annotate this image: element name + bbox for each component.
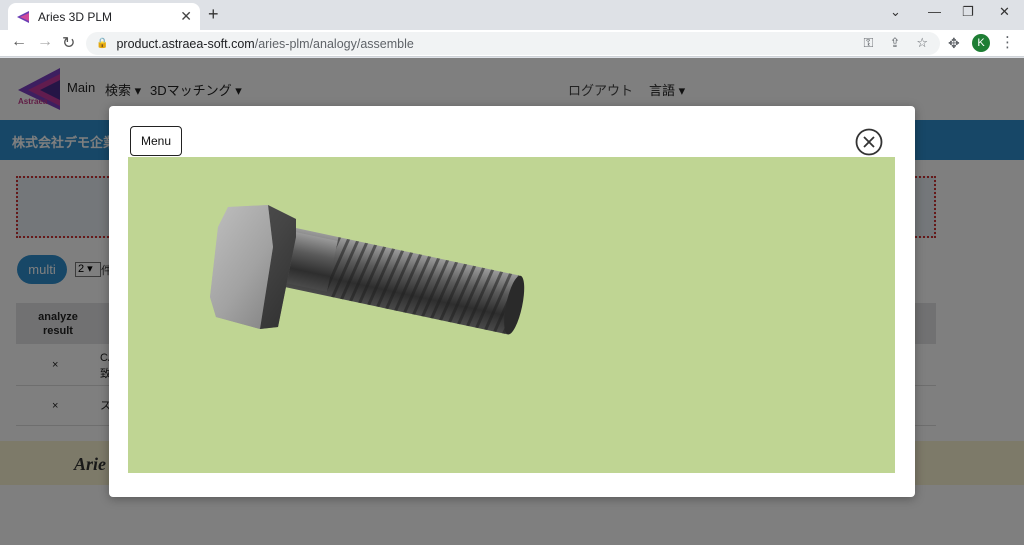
share-icon[interactable]: ⇪ (889, 35, 900, 51)
url-path: /aries-plm/analogy/assemble (254, 36, 414, 51)
url-host: product.astraea-soft.com (116, 36, 255, 51)
tab-title: Aries 3D PLM (38, 9, 113, 24)
tab-close-icon[interactable]: ✕ (180, 8, 192, 25)
aries-favicon-icon (17, 10, 29, 23)
back-icon[interactable]: ← (11, 33, 27, 51)
new-tab-icon[interactable]: + (208, 4, 219, 25)
menu-button[interactable]: Menu (130, 126, 182, 156)
forward-icon[interactable]: → (37, 33, 53, 51)
tab-search-chevron-icon[interactable]: ⌄ (890, 4, 901, 20)
bolt-model[interactable] (128, 157, 895, 473)
lock-icon: 🔒 (96, 38, 109, 49)
close-icon[interactable] (855, 128, 883, 156)
reload-icon[interactable]: ↻ (62, 33, 75, 53)
browser-toolbar: ← → ↻ 🔒 product.astraea-soft.com/aries-p… (0, 30, 1024, 57)
window-close-icon[interactable]: ✕ (999, 4, 1010, 20)
browser-tab[interactable]: Aries 3D PLM ✕ (8, 3, 200, 30)
browser-menu-icon[interactable]: ⋮ (1000, 33, 1015, 51)
minimize-icon[interactable]: — (928, 4, 941, 19)
restore-icon[interactable]: ❐ (962, 4, 974, 20)
3d-viewer[interactable] (128, 157, 895, 473)
profile-avatar[interactable]: K (972, 34, 990, 52)
key-icon[interactable]: ⚿ (864, 35, 874, 51)
browser-tab-bar: Aries 3D PLM ✕ + ⌄ — ❐ ✕ (0, 0, 1024, 30)
address-bar[interactable]: 🔒 product.astraea-soft.com/aries-plm/ana… (86, 32, 940, 55)
viewer-modal: Menu (109, 106, 915, 497)
page-content: Astraea Main 検索 ▾ 3Dマッチング ▾ ログアウト 言語 ▾ 株… (0, 58, 1024, 545)
star-icon[interactable]: ☆ (916, 35, 928, 51)
extension-icon[interactable]: ✥ (948, 35, 960, 52)
